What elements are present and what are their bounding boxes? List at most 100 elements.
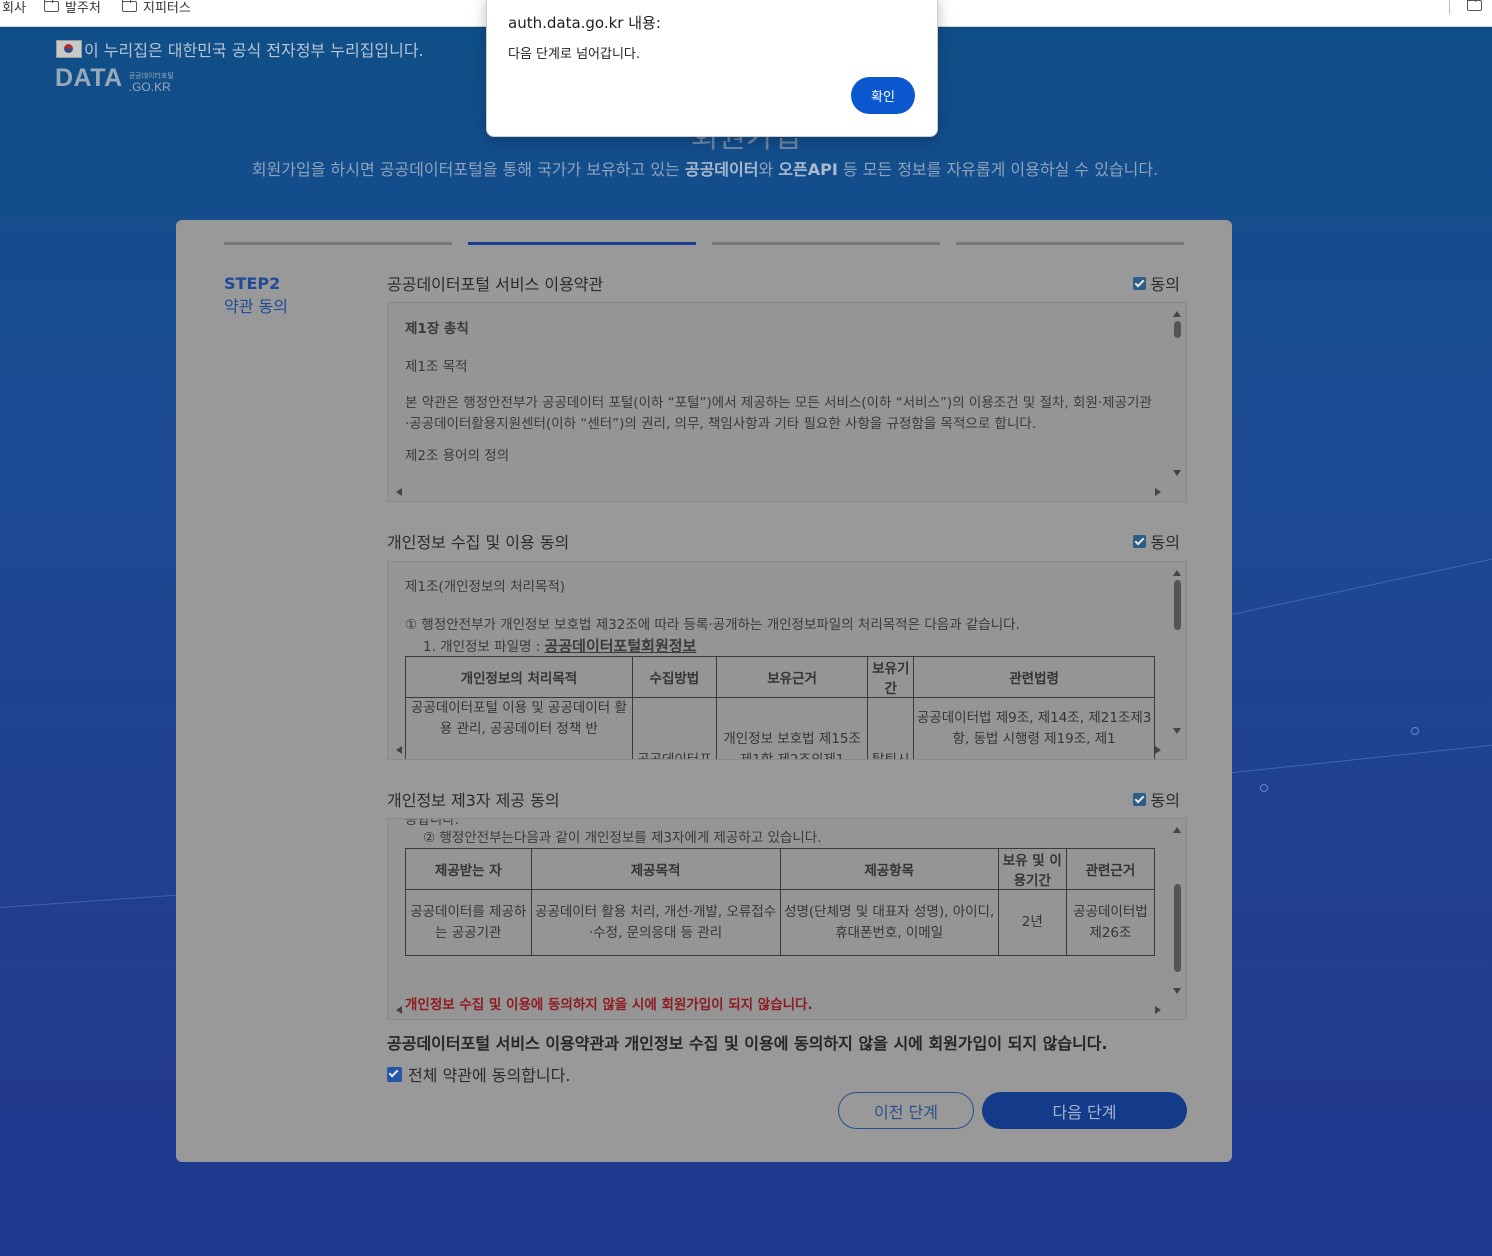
terms-chapter: 제1장 총칙 xyxy=(405,321,469,337)
vertical-scrollbar[interactable] xyxy=(1169,819,1186,1002)
subtitle-text: 등 모든 정보를 자유롭게 이용하실 수 있습니다. xyxy=(837,160,1159,179)
dialog-message: 다음 단계로 넘어갑니다. xyxy=(508,47,640,62)
table-cell: 공공데이터를 제공하는 공공기관 xyxy=(405,889,532,956)
progress-step-3 xyxy=(712,242,940,245)
terms-title: 공공데이터포털 서비스 이용약관 xyxy=(387,275,604,294)
bookmark-client[interactable]: 발주처 xyxy=(43,0,101,16)
table-header: 관련근거 xyxy=(1065,848,1156,890)
prev-step-button[interactable]: 이전 단계 xyxy=(838,1092,974,1129)
scroll-down-icon[interactable] xyxy=(1173,470,1181,480)
table-header: 관련법령 xyxy=(913,656,1155,698)
site-logo[interactable]: DATA 공공데이터포털 .GO.KR xyxy=(55,64,174,93)
table-header: 제공목적 xyxy=(530,848,781,890)
agree-label: 동의 xyxy=(1150,791,1180,810)
other-bookmarks-folder-icon[interactable] xyxy=(1466,0,1482,11)
scroll-left-icon[interactable] xyxy=(392,488,402,496)
scroll-up-icon[interactable] xyxy=(1173,307,1181,317)
vertical-scrollbar[interactable] xyxy=(1169,562,1186,742)
file-label: 1. 개인정보 파일명 : xyxy=(423,639,545,655)
terms-article-1: 제1조 목적 xyxy=(405,359,468,375)
folder-icon xyxy=(43,0,59,12)
checkbox-checked-icon xyxy=(387,1066,402,1082)
table-header: 보유기간 xyxy=(867,656,915,698)
page-subtitle: 회원가입을 하시면 공공데이터포털을 통해 국가가 보유하고 있는 공공데이터와… xyxy=(0,156,1410,180)
third-party-agree-checkbox[interactable]: 동의 xyxy=(1132,787,1180,811)
step-name: 약관 동의 xyxy=(224,297,288,316)
privacy-para: ① 행정안전부가 개인정보 보호법 제32조에 따라 등록·공개하는 개인정보파… xyxy=(405,617,1020,633)
table-header: 제공항목 xyxy=(779,848,999,890)
third-party-table: 제공받는 자 제공목적 제공항목 보유 및 이용기간 관련근거 공공데이터를 제… xyxy=(405,848,1156,956)
bookmark-company[interactable]: 회사 xyxy=(2,0,26,16)
table-cell: 공공데이터법 제26조 xyxy=(1065,889,1156,956)
table-header: 보유 및 이용기간 xyxy=(997,848,1067,890)
subtitle-bold: 공공데이터 xyxy=(684,160,759,179)
scroll-up-icon[interactable] xyxy=(1173,823,1181,833)
privacy-agree-checkbox[interactable]: 동의 xyxy=(1132,529,1180,553)
subtitle-bold: 오픈API xyxy=(778,160,838,179)
scroll-left-icon[interactable] xyxy=(392,1006,402,1014)
scroll-right-icon[interactable] xyxy=(1155,488,1165,496)
table-cell: 2년 xyxy=(997,889,1067,956)
scroll-right-icon[interactable] xyxy=(1155,746,1165,754)
step-indicator: STEP2 약관 동의 xyxy=(224,272,288,318)
privacy-scrollbox[interactable]: 제1조(개인정보의 처리목적) ① 행정안전부가 개인정보 보호법 제32조에 … xyxy=(387,561,1187,760)
terms-scrollbox[interactable]: 제1장 총칙 제1조 목적 본 약관은 행정안전부가 공공데이터 포털(이하 “… xyxy=(387,302,1187,502)
terms-article-2: 제2조 용어의 정의 xyxy=(405,448,510,464)
horizontal-scrollbar[interactable] xyxy=(388,484,1169,501)
next-step-button[interactable]: 다음 단계 xyxy=(982,1092,1187,1129)
vertical-scrollbar[interactable] xyxy=(1169,303,1186,484)
subtitle-text: 와 xyxy=(758,160,779,179)
horizontal-scrollbar[interactable] xyxy=(388,1002,1169,1019)
terms-article-1-text: 본 약관은 행정안전부가 공공데이터 포털(이하 “포털”)에서 제공하는 모든… xyxy=(405,395,1152,432)
scroll-thumb[interactable] xyxy=(1174,580,1181,630)
bookmark-gpters[interactable]: 지피터스 xyxy=(121,0,191,16)
dialog-ok-button[interactable]: 확인 xyxy=(851,77,915,114)
checkbox-checked-icon xyxy=(1132,534,1146,548)
signup-card: STEP2 약관 동의 공공데이터포털 서비스 이용약관 동의 제1장 총칙 제… xyxy=(176,220,1232,1162)
table-header: 수집방법 xyxy=(631,656,717,698)
folder-icon xyxy=(121,0,137,12)
privacy-article: 제1조(개인정보의 처리목적) xyxy=(405,579,566,595)
privacy-content: 제1조(개인정보의 처리목적) ① 행정안전부가 개인정보 보호법 제32조에 … xyxy=(405,575,1155,759)
checkbox-checked-icon xyxy=(1132,276,1146,290)
scroll-down-icon[interactable] xyxy=(1173,988,1181,998)
bookmark-label: 발주처 xyxy=(65,1,101,16)
checkbox-checked-icon xyxy=(1132,792,1146,806)
horizontal-scrollbar[interactable] xyxy=(388,742,1169,759)
alert-dialog: auth.data.go.kr 내용: 다음 단계로 넘어갑니다. 확인 xyxy=(486,0,938,137)
third-party-scrollbox[interactable]: 공합니다. ② 행정안전부는다음과 같이 개인정보를 제3자에게 제공하고 있습… xyxy=(387,818,1187,1020)
scroll-thumb[interactable] xyxy=(1174,321,1181,338)
decorative-dot xyxy=(1260,784,1268,792)
agreement-notice: 공공데이터포털 서비스 이용약관과 개인정보 수집 및 이용에 동의하지 않을 … xyxy=(387,1034,1108,1053)
scroll-thumb[interactable] xyxy=(1174,884,1181,972)
table-header: 제공받는 자 xyxy=(405,848,532,890)
scroll-right-icon[interactable] xyxy=(1155,1006,1165,1014)
gov-banner: 이 누리집은 대한민국 공식 전자정부 누리집입니다. xyxy=(56,37,424,61)
table-header: 보유근거 xyxy=(715,656,869,698)
terms-agree-checkbox[interactable]: 동의 xyxy=(1132,271,1180,295)
logo-main: DATA xyxy=(55,64,123,92)
subtitle-text: 회원가입을 하시면 공공데이터포털을 통해 국가가 보유하고 있는 xyxy=(251,160,685,179)
scroll-up-icon[interactable] xyxy=(1173,566,1181,576)
cut-text: 공합니다. xyxy=(405,818,459,828)
scroll-down-icon[interactable] xyxy=(1173,728,1181,738)
agree-label: 동의 xyxy=(1150,533,1180,552)
agree-label: 동의 xyxy=(1150,275,1180,294)
logo-domain: .GO.KR xyxy=(128,80,171,94)
gov-banner-text: 이 누리집은 대한민국 공식 전자정부 누리집입니다. xyxy=(84,41,424,60)
table-cell: 성명(단체명 및 대표자 성명), 아이디, 휴대폰번호, 이메일 xyxy=(779,889,999,956)
all-agree-checkbox[interactable]: 전체 약관에 동의합니다. xyxy=(387,1062,570,1086)
table-row: 공공데이터를 제공하는 공공기관 공공데이터 활용 처리, 개선·개발, 오류접… xyxy=(405,889,1156,956)
third-party-content: 공합니다. ② 행정안전부는다음과 같이 개인정보를 제3자에게 제공하고 있습… xyxy=(405,818,1156,1013)
privacy-file: 1. 개인정보 파일명 : 공공데이터포털회원정보 xyxy=(405,635,1154,656)
terms-content: 제1장 총칙 제1조 목적 본 약관은 행정안전부가 공공데이터 포털(이하 “… xyxy=(405,317,1154,464)
third-party-title: 개인정보 제3자 제공 동의 xyxy=(387,791,560,810)
all-agree-label: 전체 약관에 동의합니다. xyxy=(408,1066,571,1085)
dialog-title: auth.data.go.kr 내용: xyxy=(508,14,661,32)
privacy-title: 개인정보 수집 및 이용 동의 xyxy=(387,533,570,552)
decorative-dot xyxy=(1411,727,1419,735)
scroll-left-icon[interactable] xyxy=(392,746,402,754)
table-header: 개인정보의 처리목적 xyxy=(405,656,633,698)
file-name: 공공데이터포털회원정보 xyxy=(544,637,697,655)
step-number: STEP2 xyxy=(224,274,281,293)
